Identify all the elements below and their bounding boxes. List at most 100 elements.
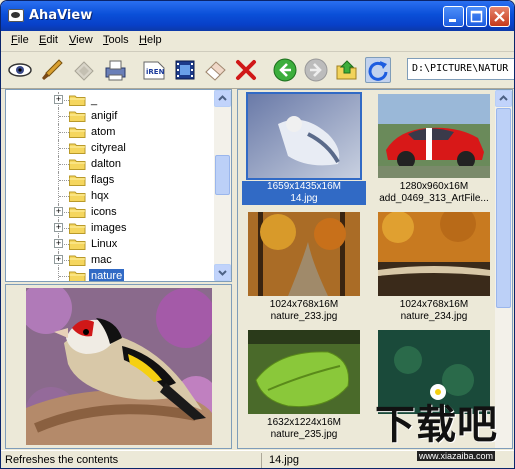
rename-icon[interactable]: iREN (141, 57, 167, 83)
tree-item-label: hqx (91, 190, 109, 202)
tree-item[interactable]: + images (6, 220, 216, 236)
tree-item-label: atom (91, 126, 116, 138)
thumbnail-dimensions: 1024x768x16M (269, 299, 339, 310)
tree-connector (59, 132, 69, 134)
expand-toggle[interactable]: + (54, 255, 63, 264)
up-folder-icon[interactable] (334, 57, 360, 83)
tree-item-label: icons (91, 206, 117, 218)
close-button[interactable] (489, 6, 510, 27)
refresh-icon[interactable] (365, 57, 391, 83)
thumbnail-caption: 1659x1435x16M 14.jpg (242, 181, 366, 205)
status-filename: 14.jpg (269, 454, 299, 466)
printer-icon[interactable] (102, 57, 128, 83)
thumbnail-item[interactable]: 1024x768x16M nature_233.jpg (242, 210, 366, 330)
thumbnail-image (378, 94, 490, 178)
menu-tools-rest: ools (108, 34, 129, 46)
minimize-button[interactable] (443, 6, 464, 27)
tree-item[interactable]: anigif (6, 108, 216, 124)
thumbs-scroll-up-arrow[interactable] (495, 90, 512, 107)
thumbnail-image (248, 330, 360, 414)
thumbnail-filename: nature_234.jpg (400, 311, 468, 322)
folder-icon (69, 223, 86, 234)
tree-item[interactable]: nature (6, 268, 216, 281)
menu-file[interactable]: File (11, 34, 29, 46)
tree-connector (59, 116, 69, 118)
thumbnail-caption: 1024x768x16M nature_234.jpg (372, 299, 496, 323)
thumbs-scroll-thumb[interactable] (496, 108, 511, 308)
thumbnail-item[interactable]: 1280x960x16M add_0469_313_ArtFile... (372, 92, 496, 212)
toolbar: iREN D:\PICTURE\NATUR (1, 52, 514, 89)
window-title: AhaView (29, 8, 93, 23)
expand-toggle[interactable]: + (54, 239, 63, 248)
thumbnail-item[interactable]: 1024x768x16M nature_234.jpg (372, 210, 496, 330)
filmstrip-icon[interactable] (172, 57, 198, 83)
folder-icon (69, 191, 86, 202)
scroll-up-arrow[interactable] (214, 90, 231, 107)
forward-icon[interactable] (303, 57, 329, 83)
scroll-down-arrow[interactable] (214, 264, 231, 281)
thumbs-scrollbar[interactable] (495, 90, 512, 448)
tree-connector (59, 148, 69, 150)
back-icon[interactable] (272, 57, 298, 83)
path-field[interactable]: D:\PICTURE\NATUR (407, 58, 514, 80)
tree-item[interactable]: cityreal (6, 140, 216, 156)
tree-item[interactable]: atom (6, 124, 216, 140)
eye-icon[interactable] (7, 57, 33, 83)
tree-scrollbar[interactable] (214, 90, 231, 281)
thumbnail-grid[interactable]: 1659x1435x16M 14.jpg 1280x960x16M add_0469_… (237, 89, 513, 449)
tree-item[interactable]: + Linux (6, 236, 216, 252)
close-icon (494, 11, 505, 22)
menu-view-rest: iew (76, 34, 93, 46)
tree-item[interactable]: flags (6, 172, 216, 188)
maximize-icon (470, 10, 483, 23)
erase-icon[interactable] (202, 57, 228, 83)
app-window: AhaView File Edit View Tools Help iREN D… (0, 0, 515, 469)
thumbnail-item[interactable]: 1632x1224x16M nature_235.jpg (242, 328, 366, 448)
tree-item[interactable]: + _ (6, 92, 216, 108)
minimize-icon (449, 19, 456, 22)
folder-icon (69, 95, 86, 106)
folder-icon (69, 159, 86, 170)
tree-item[interactable]: + mac (6, 252, 216, 268)
watermark-url: www.xiazaiba.com (417, 451, 496, 461)
menu-help[interactable]: Help (139, 34, 162, 46)
tree-item-label: mac (91, 254, 112, 266)
tree-connector (59, 180, 69, 182)
app-eye-icon[interactable] (8, 9, 24, 22)
menu-tools[interactable]: Tools (103, 34, 129, 46)
scroll-thumb[interactable] (215, 155, 230, 195)
menu-edit[interactable]: Edit (39, 34, 58, 46)
thumbnail-filename: 14.jpg (290, 193, 318, 204)
thumbnail-caption: 1280x960x16M add_0469_313_ArtFile... (372, 181, 496, 205)
goldfinch-preview-image (26, 288, 212, 445)
brush-icon[interactable] (39, 57, 65, 83)
folder-tree[interactable]: + _ anigif atom cityreal dalton flags hqx + icons… (5, 89, 232, 282)
image-preview-pane (5, 284, 232, 449)
menu-view[interactable]: View (69, 34, 93, 46)
thumbnail-image (378, 212, 490, 296)
expand-toggle[interactable]: + (54, 223, 63, 232)
thumbnail-caption: 1632x1224x16M nature_235.jpg (242, 417, 366, 441)
thumbnail-filename: add_0469_313_ArtFile... (379, 193, 489, 204)
expand-toggle[interactable]: + (54, 95, 63, 104)
delete-icon[interactable] (233, 57, 259, 83)
status-message: Refreshes the contents (5, 454, 119, 466)
tree-item[interactable]: hqx (6, 188, 216, 204)
menu-bar: File Edit View Tools Help (1, 31, 514, 52)
maximize-button[interactable] (466, 6, 487, 27)
folder-icon (69, 255, 86, 266)
thumbnail-dimensions: 1280x960x16M (399, 181, 469, 192)
tree-connector (59, 164, 69, 166)
expand-toggle[interactable]: + (54, 207, 63, 216)
title-bar[interactable]: AhaView (1, 1, 514, 31)
tree-item-label: _ (91, 94, 98, 106)
eraser-icon[interactable] (71, 57, 97, 83)
status-separator (261, 453, 262, 468)
menu-help-rest: elp (146, 34, 162, 46)
tree-item[interactable]: + icons (6, 204, 216, 220)
tree-item-label: Linux (91, 238, 118, 250)
tree-item[interactable]: dalton (6, 156, 216, 172)
folder-icon (69, 207, 86, 218)
watermark-brand: 下载吧 (375, 402, 498, 448)
thumbnail-item[interactable]: 1659x1435x16M 14.jpg (242, 92, 366, 212)
